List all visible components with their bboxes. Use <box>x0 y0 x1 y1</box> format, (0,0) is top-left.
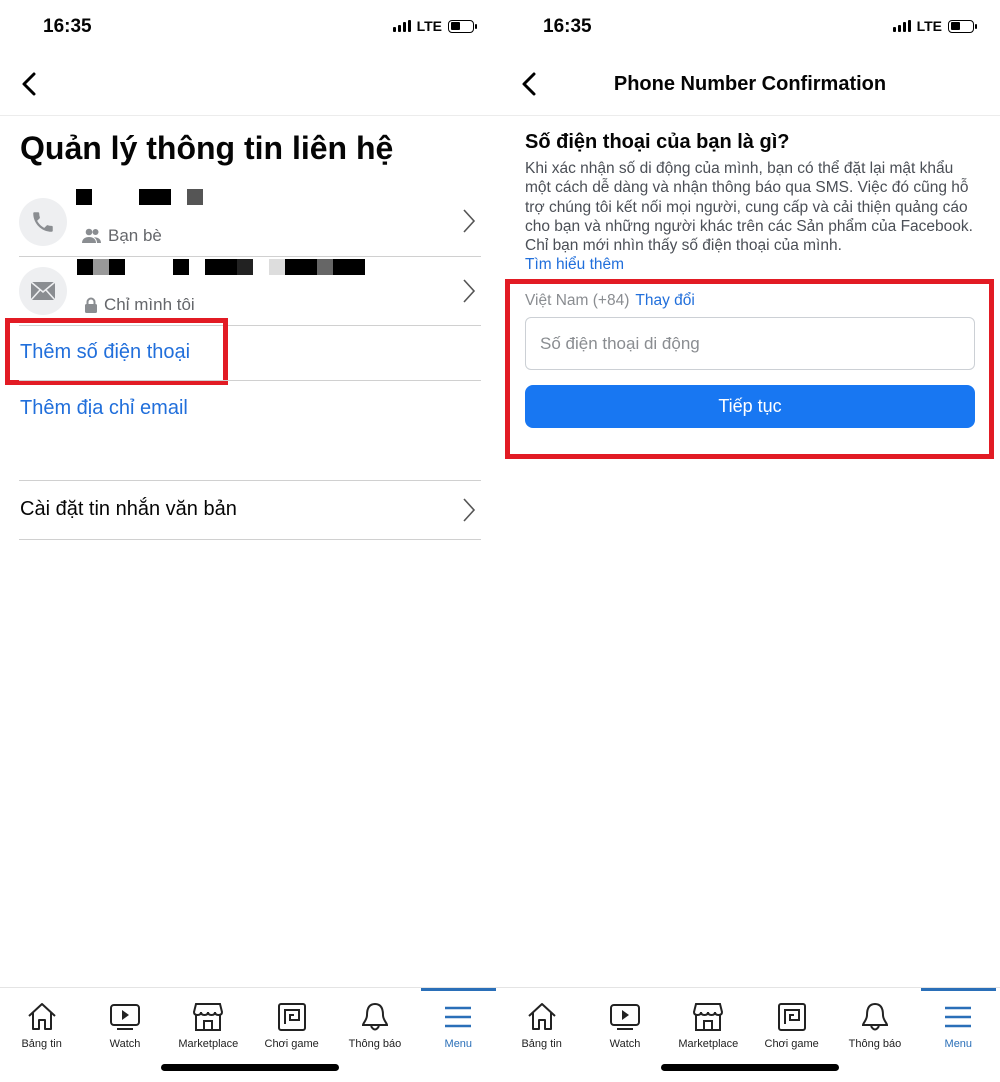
signal-icon <box>392 20 411 32</box>
tab-label: Marketplace <box>678 1038 739 1050</box>
bell-icon <box>861 1002 888 1031</box>
network-label: LTE <box>416 18 442 34</box>
contact-row-email[interactable]: Chỉ mình tôi <box>0 256 500 326</box>
marketplace-icon <box>193 1003 224 1031</box>
privacy-label: Bạn bè <box>108 226 162 245</box>
menu-icon <box>945 1006 972 1028</box>
add-email-link[interactable]: Thêm địa chỉ email <box>20 397 188 420</box>
contact-row-phone[interactable]: Bạn bè <box>0 186 500 256</box>
home-icon <box>27 1003 56 1030</box>
battery-icon <box>948 19 977 33</box>
home-icon <box>527 1003 556 1030</box>
status-time: 16:35 <box>43 16 92 37</box>
status-indicators: LTE <box>392 18 477 34</box>
question-heading: Số điện thoại của bạn là gì? <box>525 131 790 153</box>
phone-icon <box>19 198 67 246</box>
sms-settings-label: Cài đặt tin nhắn văn bản <box>20 498 237 520</box>
status-time: 16:35 <box>543 16 592 37</box>
friends-icon <box>82 228 101 243</box>
gaming-icon <box>277 1003 306 1031</box>
highlight-box <box>505 279 994 459</box>
back-arrow-icon[interactable] <box>18 70 42 98</box>
description-text: Khi xác nhận số di động của mình, bạn có… <box>525 160 973 255</box>
tab-label: Marketplace <box>178 1038 239 1050</box>
tab-label: Watch <box>609 1038 641 1050</box>
privacy-label: Chỉ mình tôi <box>104 295 195 314</box>
network-label: LTE <box>916 18 942 34</box>
tab-label: Thông báo <box>848 1038 902 1050</box>
signal-icon <box>892 20 911 32</box>
tab-label: Bảng tin <box>21 1038 62 1050</box>
page-title: Quản lý thông tin liên hệ <box>20 130 394 166</box>
tab-label: Thông báo <box>348 1038 402 1050</box>
marketplace-icon <box>693 1003 724 1031</box>
tab-menu[interactable]: Menu <box>917 988 1000 1082</box>
battery-icon <box>448 19 477 33</box>
status-indicators: LTE <box>892 18 977 34</box>
home-indicator <box>161 1064 339 1071</box>
lock-icon <box>85 297 97 313</box>
bell-icon <box>361 1002 388 1031</box>
tab-watch[interactable]: Watch <box>83 988 166 1082</box>
watch-icon <box>109 1004 140 1030</box>
header-title: Phone Number Confirmation <box>613 73 887 95</box>
tab-watch[interactable]: Watch <box>583 988 666 1082</box>
chevron-right-icon <box>463 279 476 303</box>
contact-info-screen: 16:35 LTE Quản lý thông tin liên hệ Bạn … <box>0 0 500 1082</box>
highlight-box <box>5 318 228 385</box>
watch-icon <box>609 1004 640 1030</box>
chevron-right-icon <box>463 209 476 233</box>
menu-icon <box>445 1006 472 1028</box>
gaming-icon <box>777 1003 806 1031</box>
tab-home[interactable]: Bảng tin <box>500 988 583 1082</box>
chevron-right-icon <box>463 498 476 522</box>
mail-icon <box>19 267 67 315</box>
tab-label: Watch <box>109 1038 141 1050</box>
home-indicator <box>661 1064 839 1071</box>
tab-label: Chơi game <box>764 1038 819 1050</box>
tab-label: Chơi game <box>264 1038 319 1050</box>
tab-label: Menu <box>944 1038 973 1050</box>
tab-label: Menu <box>444 1038 473 1050</box>
tab-bell[interactable]: Thông báo <box>833 988 916 1082</box>
learn-more-link[interactable]: Tìm hiểu thêm <box>525 256 624 274</box>
phone-confirmation-screen: 16:35 LTE Phone Number Confirmation Số đ… <box>500 0 1000 1082</box>
tab-home[interactable]: Bảng tin <box>0 988 83 1082</box>
tab-bell[interactable]: Thông báo <box>333 988 416 1082</box>
tab-menu[interactable]: Menu <box>417 988 500 1082</box>
tab-label: Bảng tin <box>521 1038 562 1050</box>
sms-settings-row[interactable]: Cài đặt tin nhắn văn bản <box>0 481 500 539</box>
